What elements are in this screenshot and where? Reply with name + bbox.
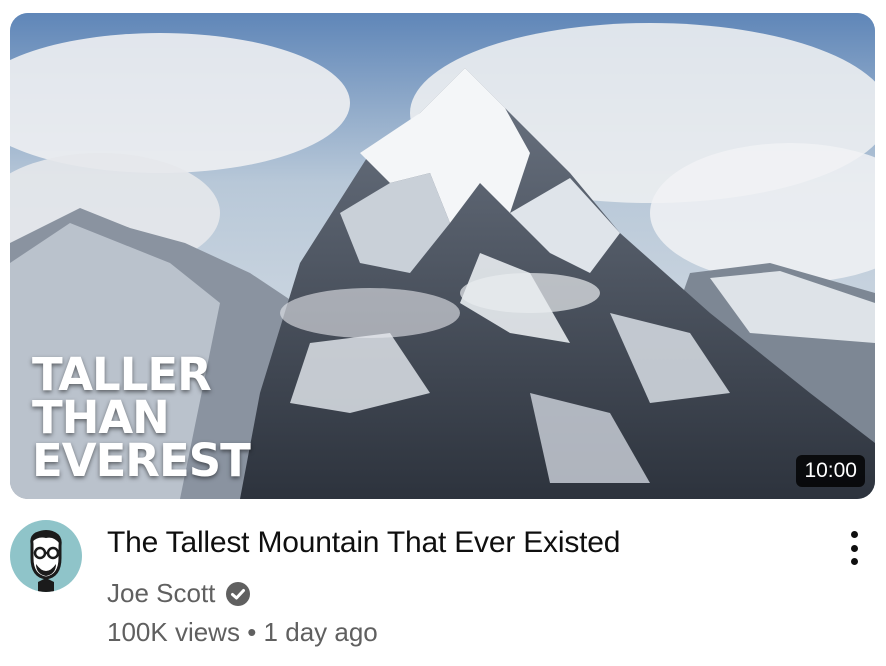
video-metadata: 100K views • 1 day ago: [107, 617, 378, 648]
avatar-face-icon: [30, 530, 62, 592]
menu-dot: [850, 558, 858, 565]
menu-dot: [850, 531, 858, 538]
thumbnail-caption-line: EVEREST: [32, 434, 251, 487]
meta-separator: •: [247, 617, 257, 647]
channel-row[interactable]: Joe Scott: [107, 578, 251, 609]
duration-badge: 10:00: [796, 455, 865, 487]
channel-avatar[interactable]: [10, 520, 82, 592]
more-vert-icon[interactable]: [838, 528, 870, 568]
upload-age: 1 day ago: [263, 617, 378, 647]
thumbnail-caption-line: THAN: [32, 391, 170, 444]
video-thumbnail[interactable]: TALLER THAN EVEREST 10:00: [10, 13, 875, 499]
thumbnail-caption: TALLER THAN EVEREST: [32, 348, 251, 487]
thumbnail-caption-line: TALLER: [32, 348, 212, 401]
video-title[interactable]: The Tallest Mountain That Ever Existed: [107, 526, 620, 560]
view-count: 100K views: [107, 617, 240, 647]
channel-name[interactable]: Joe Scott: [107, 578, 215, 609]
verified-check-icon: [226, 581, 251, 606]
menu-dot: [850, 544, 858, 552]
